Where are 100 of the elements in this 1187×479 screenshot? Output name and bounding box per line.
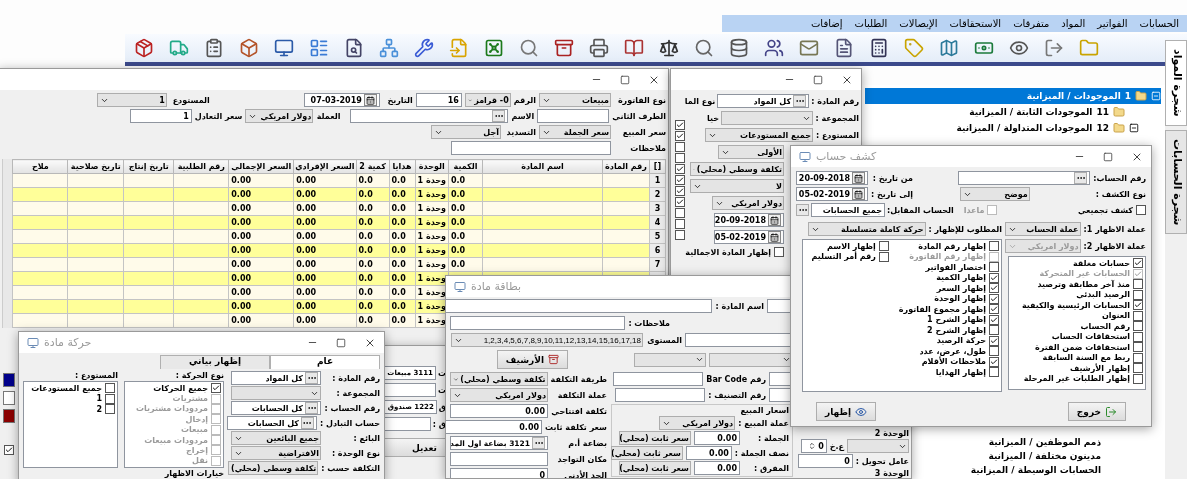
- toolbar-icon[interactable]: [658, 37, 680, 59]
- input-field[interactable]: كل المواد: [231, 371, 321, 385]
- toolbar-icon[interactable]: [133, 37, 155, 59]
- show-button[interactable]: إظهار: [816, 402, 877, 421]
- archive-button[interactable]: الأرشيف: [496, 350, 568, 369]
- input-field[interactable]: 0.00: [694, 431, 740, 445]
- input-field[interactable]: جميع الحسابات: [811, 203, 885, 217]
- checkbox[interactable]: [1133, 363, 1143, 374]
- checkbox[interactable]: [989, 367, 999, 378]
- checkbox[interactable]: [675, 208, 685, 218]
- input-field[interactable]: [769, 372, 793, 386]
- checkbox[interactable]: [989, 356, 999, 367]
- input-field[interactable]: [350, 109, 509, 123]
- checkbox[interactable]: [1133, 258, 1143, 269]
- input-field[interactable]: [769, 388, 793, 402]
- color-swatch[interactable]: [3, 409, 15, 423]
- more-icon[interactable]: [305, 372, 318, 384]
- input-field[interactable]: 20-09-2018: [796, 171, 868, 185]
- column-header[interactable]: اسم المادة: [482, 159, 603, 174]
- checkbox[interactable]: [1133, 352, 1143, 363]
- tab[interactable]: عام: [270, 355, 380, 369]
- checkbox[interactable]: [1133, 310, 1143, 321]
- dropdown[interactable]: دولار امريكي: [659, 416, 736, 430]
- spin-arrows-icon[interactable]: [808, 442, 817, 450]
- dropdown[interactable]: آجل: [431, 125, 501, 139]
- color-swatch[interactable]: [3, 373, 15, 387]
- input-field[interactable]: [615, 388, 706, 402]
- calendar-icon[interactable]: [852, 188, 865, 200]
- menu-item[interactable]: الإيصالات: [899, 18, 938, 29]
- tree-item[interactable]: ذمم الموظفين / الميزانية: [988, 437, 1101, 451]
- input-field[interactable]: [450, 452, 548, 466]
- more-icon[interactable]: [300, 417, 314, 429]
- column-header[interactable]: []: [649, 159, 666, 174]
- checkbox[interactable]: [105, 404, 115, 415]
- dropdown[interactable]: 0- قرامز: [464, 93, 511, 107]
- dropdown[interactable]: 1: [96, 93, 167, 107]
- input-field[interactable]: [958, 171, 1091, 185]
- tab[interactable]: شجرة المواد: [1165, 40, 1187, 126]
- checkbox[interactable]: [105, 383, 115, 394]
- checkbox[interactable]: [675, 153, 685, 163]
- input-field[interactable]: 0: [797, 454, 853, 468]
- dropdown[interactable]: مبيعات: [539, 93, 611, 107]
- checkbox[interactable]: [675, 131, 685, 141]
- more-icon[interactable]: [305, 402, 318, 414]
- dropdown[interactable]: تكلفة وسطي (محلي): [690, 162, 784, 176]
- input-field[interactable]: 20-09-2018: [714, 213, 784, 227]
- input-field[interactable]: 0.00: [685, 446, 732, 460]
- toolbar-icon[interactable]: [553, 37, 575, 59]
- column-header[interactable]: هدايا: [389, 159, 416, 174]
- input-field[interactable]: [451, 141, 611, 155]
- spin-field[interactable]: 0: [800, 439, 827, 453]
- dropdown[interactable]: دولار امريكي: [245, 109, 314, 123]
- dropdown[interactable]: سعر ثابت (محلي): [619, 461, 691, 475]
- checkbox[interactable]: [4, 445, 14, 455]
- dropdown[interactable]: سعر الجملة: [539, 125, 611, 139]
- checkbox[interactable]: [211, 383, 221, 394]
- menu-item[interactable]: الحسابات: [1139, 18, 1179, 29]
- maximize-icon[interactable]: [620, 74, 630, 85]
- checkbox[interactable]: [1133, 279, 1143, 290]
- checkbox[interactable]: [675, 120, 685, 130]
- input-field[interactable]: [685, 333, 793, 347]
- edit-button[interactable]: تعديل: [382, 438, 446, 457]
- input-field[interactable]: 07-03-2019: [303, 93, 380, 107]
- maximize-icon[interactable]: [1103, 151, 1113, 162]
- checkbox[interactable]: [989, 325, 999, 336]
- color-swatch[interactable]: [3, 391, 15, 405]
- checkbox[interactable]: [1133, 331, 1143, 342]
- exit-button[interactable]: خروج: [1067, 402, 1126, 421]
- checkbox[interactable]: [989, 283, 999, 294]
- menu-item[interactable]: الطلبات: [854, 18, 888, 29]
- menu-item[interactable]: متفرقات: [1013, 18, 1050, 29]
- checkbox[interactable]: [675, 219, 685, 229]
- menu-item[interactable]: إضافات: [810, 18, 843, 29]
- input-field[interactable]: 05-02-2019: [796, 187, 868, 201]
- column-header[interactable]: رقم الطلبية: [173, 159, 229, 174]
- input-field[interactable]: 0.00: [450, 404, 548, 418]
- dropdown[interactable]: تكلفة وسطي (محلي): [228, 461, 319, 475]
- checkbox[interactable]: [1133, 321, 1143, 332]
- tab[interactable]: إظهار بياني: [160, 355, 270, 369]
- checkbox[interactable]: [1133, 373, 1143, 384]
- checkbox[interactable]: [986, 205, 997, 215]
- tree-item[interactable]: الحسابات الوسيطة / الميزانية: [970, 465, 1101, 479]
- checkbox[interactable]: [989, 262, 999, 273]
- calendar-icon[interactable]: [363, 94, 377, 106]
- checkbox[interactable]: [774, 247, 784, 257]
- toolbar-icon[interactable]: [413, 37, 435, 59]
- input-field[interactable]: [446, 299, 713, 313]
- checkbox[interactable]: [675, 230, 685, 240]
- checkbox[interactable]: [878, 251, 889, 262]
- checkbox[interactable]: [1136, 205, 1146, 215]
- dropdown[interactable]: الافتراضية: [231, 446, 321, 460]
- checkbox[interactable]: [105, 393, 115, 404]
- dropdown[interactable]: موضح: [959, 187, 1030, 201]
- more-icon[interactable]: [1074, 172, 1088, 184]
- maximize-icon[interactable]: [813, 74, 823, 85]
- calendar-icon[interactable]: [852, 172, 865, 184]
- maximize-icon[interactable]: [336, 337, 346, 348]
- more-icon[interactable]: [793, 95, 807, 107]
- calendar-icon[interactable]: [768, 214, 781, 226]
- checkbox[interactable]: [989, 241, 999, 252]
